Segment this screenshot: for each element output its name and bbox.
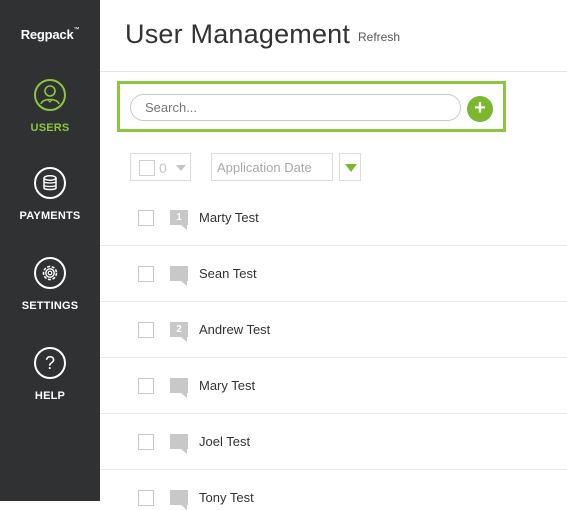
row-checkbox[interactable] <box>138 434 154 450</box>
user-icon <box>34 79 66 111</box>
table-row[interactable]: Sean Test <box>100 246 567 302</box>
selected-count: 0 <box>159 160 167 176</box>
table-row[interactable]: 1 Marty Test <box>100 190 567 246</box>
row-checkbox[interactable] <box>138 322 154 338</box>
page-title: User Management <box>125 19 351 49</box>
sidebar-item-users[interactable]: USERS <box>0 79 100 134</box>
gear-icon <box>34 257 66 289</box>
table-row[interactable]: 2 Andrew Test <box>100 302 567 358</box>
sort-down-icon <box>345 164 357 172</box>
header-divider <box>100 71 567 72</box>
comment-bubble-icon[interactable] <box>170 378 188 398</box>
user-name[interactable]: Joel Test <box>199 434 250 449</box>
logo-text: Regpack <box>20 27 74 42</box>
user-name[interactable]: Andrew Test <box>199 322 270 337</box>
search-bar: + <box>117 81 506 132</box>
sort-direction-button[interactable] <box>339 153 361 181</box>
chevron-down-icon <box>176 165 186 171</box>
comment-bubble-icon[interactable] <box>170 266 188 286</box>
add-user-button[interactable]: + <box>467 96 493 122</box>
app-logo[interactable]: Regpack™ <box>0 27 100 42</box>
sidebar-item-label: HELP <box>34 390 66 402</box>
user-name[interactable]: Sean Test <box>199 266 257 281</box>
select-all-checkbox[interactable] <box>139 160 155 176</box>
comment-bubble-icon[interactable]: 1 <box>170 210 188 230</box>
help-icon: ? <box>34 347 66 379</box>
comment-bubble-icon[interactable]: 2 <box>170 322 188 342</box>
sidebar-item-payments[interactable]: PAYMENTS <box>0 167 100 222</box>
user-name[interactable]: Mary Test <box>199 378 255 393</box>
search-input[interactable] <box>130 94 461 121</box>
sidebar-item-label: SETTINGS <box>21 300 79 312</box>
table-row[interactable]: Mary Test <box>100 358 567 414</box>
select-all-dropdown[interactable]: 0 <box>130 153 191 181</box>
logo-trademark: ™ <box>73 27 80 33</box>
row-checkbox[interactable] <box>138 210 154 226</box>
table-row[interactable]: Tony Test <box>100 470 567 510</box>
coins-icon <box>34 167 66 199</box>
table-row[interactable]: Joel Test <box>100 414 567 470</box>
sidebar-item-help[interactable]: ? HELP <box>0 347 100 402</box>
sidebar: Regpack™ USERS PAYMENTS SETTINGS ? HELP <box>0 0 100 501</box>
row-checkbox[interactable] <box>138 378 154 394</box>
user-name[interactable]: Marty Test <box>199 210 259 225</box>
row-checkbox[interactable] <box>138 490 154 506</box>
sidebar-item-label: PAYMENTS <box>19 210 81 222</box>
sidebar-item-settings[interactable]: SETTINGS <box>0 257 100 312</box>
sort-field-select[interactable]: Application Date <box>211 153 333 181</box>
user-name[interactable]: Tony Test <box>199 490 254 505</box>
row-checkbox[interactable] <box>138 266 154 282</box>
comment-bubble-icon[interactable] <box>170 490 188 510</box>
comment-bubble-icon[interactable] <box>170 434 188 454</box>
refresh-link[interactable]: Refresh <box>358 30 400 44</box>
help-glyph: ? <box>44 353 55 373</box>
sidebar-item-label: USERS <box>30 122 70 134</box>
